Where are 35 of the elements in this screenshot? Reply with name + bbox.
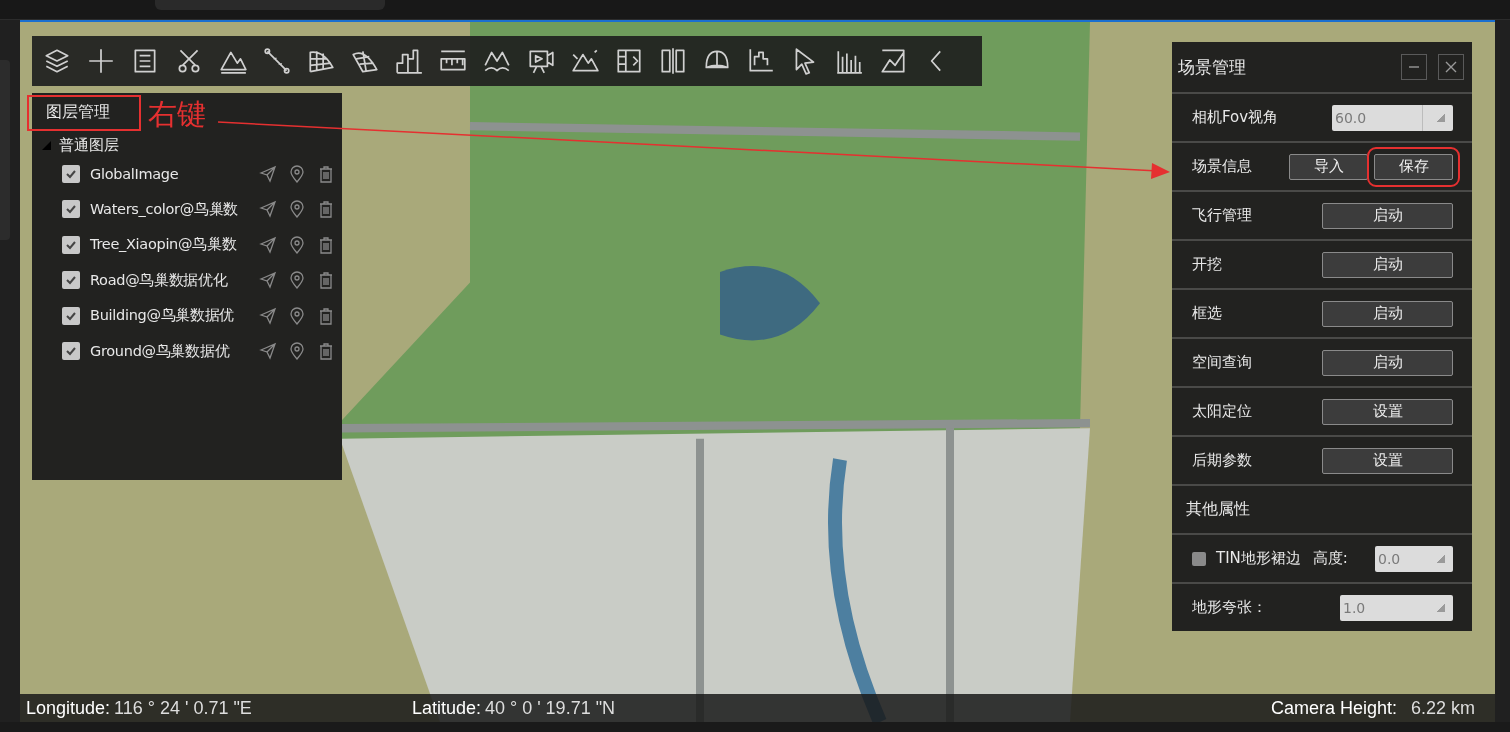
latitude-label: Latitude:: [411, 697, 481, 719]
setting-label: 场景信息: [1192, 157, 1253, 176]
setting-label: 后期参数: [1192, 451, 1253, 470]
layer-name[interactable]: Waters_color@鸟巢数: [90, 199, 248, 219]
setting-label: TIN地形裙边: [1216, 549, 1301, 568]
section-heading: 其他属性: [1186, 499, 1250, 520]
layer-name[interactable]: Ground@鸟巢数据优: [90, 341, 248, 361]
layer-name[interactable]: Road@鸟巢数据优化: [90, 270, 248, 290]
panel-title[interactable]: 图层管理: [40, 99, 116, 126]
setting-label: 地形夸张：: [1192, 598, 1268, 617]
setting-label: 框选: [1192, 304, 1223, 323]
camera-height-label: Camera Height:: [1270, 697, 1397, 719]
action-button[interactable]: 启动: [1322, 251, 1453, 278]
latitude-value: 40 ° 0 ' 19.71 "N: [484, 697, 616, 719]
setting-label: 空间查询: [1192, 353, 1253, 372]
layer-name[interactable]: GlobalImage: [90, 165, 248, 182]
setting-label: 飞行管理: [1192, 206, 1253, 225]
setting-label: 相机Fov视角: [1192, 108, 1280, 127]
longitude-value: 116 ° 24 ' 0.71 "E: [114, 697, 252, 719]
field-label: 高度:: [1312, 549, 1349, 568]
action-button[interactable]: 启动: [1322, 349, 1453, 376]
action-button[interactable]: 导入: [1289, 153, 1368, 180]
group-label[interactable]: 普通图层: [59, 135, 119, 155]
layer-name[interactable]: Tree_Xiaopin@鸟巢数: [90, 235, 248, 255]
panel-title: 场景管理: [1178, 55, 1247, 79]
action-button[interactable]: 启动: [1322, 300, 1453, 327]
camera-height-value: 6.22 km: [1410, 697, 1475, 719]
annotation-label: 右键: [148, 96, 206, 132]
action-button[interactable]: 设置: [1322, 447, 1453, 474]
action-button[interactable]: 启动: [1322, 202, 1453, 229]
setting-label: 开挖: [1192, 255, 1223, 274]
layer-name[interactable]: Building@鸟巢数据优: [90, 306, 248, 326]
setting-label: 太阳定位: [1192, 402, 1253, 421]
longitude-label: Longitude:: [26, 697, 111, 719]
action-button[interactable]: 设置: [1322, 398, 1453, 425]
